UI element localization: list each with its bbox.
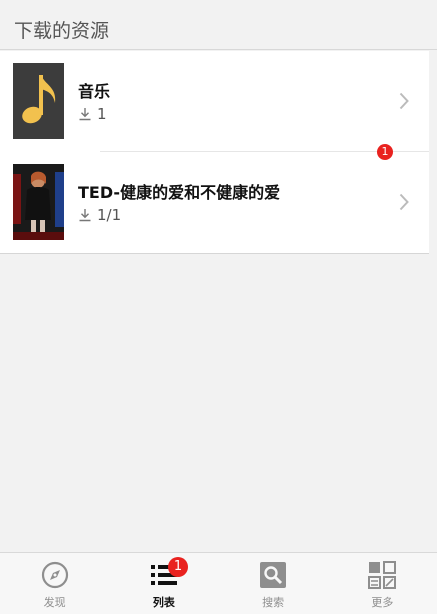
music-note-icon [22, 75, 56, 124]
music-thumbnail [13, 63, 64, 139]
search-icon [260, 562, 287, 588]
tab-label: 更多 [371, 596, 394, 609]
download-icon [79, 108, 91, 121]
tab-label: 列表 [152, 596, 175, 609]
ted-video-thumbnail [13, 164, 64, 240]
tab-more[interactable]: 更多 [328, 553, 437, 614]
list-item[interactable]: TED-健康的爱和不健康的爱 1/1 [0, 152, 429, 253]
item-unread-badge: 1 [377, 144, 393, 160]
download-list: 音乐 1 TED-健康的爱和不健康的爱 1/1 [0, 51, 429, 254]
item-title: 音乐 [78, 82, 111, 101]
video-thumbnail-icon [13, 164, 64, 240]
download-icon [79, 209, 91, 222]
chevron-right-icon [399, 92, 409, 110]
list-item[interactable]: 音乐 1 [0, 51, 429, 152]
item-download-count: 1/1 [78, 206, 121, 224]
tab-label: 发现 [43, 596, 66, 609]
chevron-right-icon [399, 193, 409, 211]
item-count: 1/1 [97, 206, 122, 224]
section-header: 下载的资源 [0, 0, 437, 50]
item-count: 1 [97, 105, 107, 123]
page-title: 下载的资源 [14, 20, 110, 42]
tab-bar: 发现 列表 搜索 更多 [0, 552, 437, 614]
tab-list-badge: 1 [168, 557, 188, 577]
grid-more-icon [368, 561, 397, 589]
tab-list[interactable]: 列表 [109, 553, 218, 614]
item-download-count: 1 [78, 105, 107, 123]
tab-label: 搜索 [262, 596, 285, 609]
tab-search[interactable]: 搜索 [219, 553, 328, 614]
tab-discover[interactable]: 发现 [0, 553, 109, 614]
item-title: TED-健康的爱和不健康的爱 [78, 183, 281, 202]
compass-icon [41, 561, 68, 589]
